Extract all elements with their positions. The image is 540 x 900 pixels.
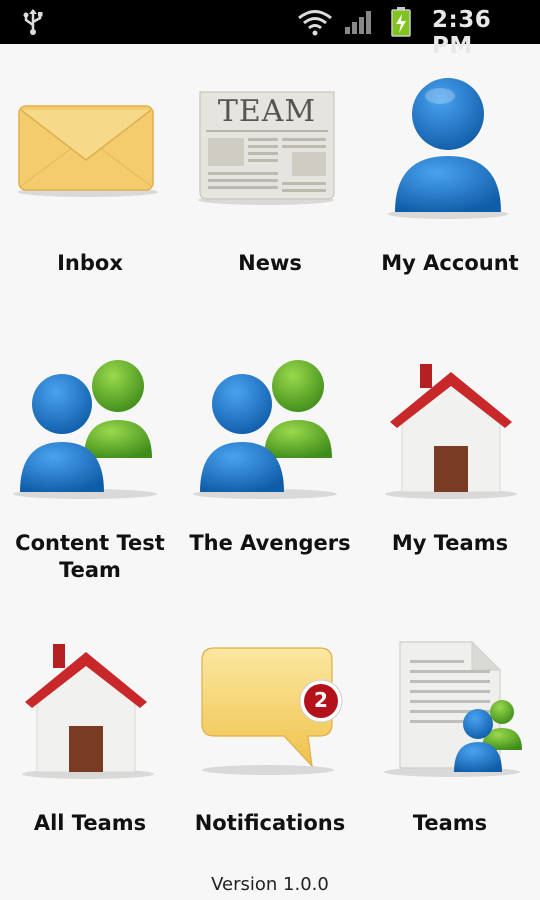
menu-item-label: Inbox [57, 251, 123, 275]
menu-item-label: News [238, 251, 302, 275]
newspaper-headline: TEAM [217, 94, 317, 129]
users-icon [0, 324, 180, 524]
menu-item-the-avengers[interactable]: The Avengers [180, 324, 360, 604]
notification-count-badge: 2 [298, 678, 344, 724]
menu-item-teams[interactable]: Teams [360, 604, 540, 884]
menu-item-label: All Teams [33, 811, 147, 835]
envelope-icon [0, 44, 180, 244]
version-label: Version 1.0.0 [211, 874, 329, 895]
menu-item-news[interactable]: TEAM News [180, 44, 360, 324]
newspaper-icon: TEAM [180, 44, 360, 244]
menu-item-my-teams[interactable]: My Teams [360, 324, 540, 604]
house-icon [360, 324, 540, 524]
main-menu-grid: Inbox TEAM News My Account Content Test … [0, 44, 540, 864]
notification-count: 2 [314, 688, 328, 712]
person-icon [360, 44, 540, 244]
signal-icon [344, 8, 376, 40]
menu-item-inbox[interactable]: Inbox [0, 44, 180, 324]
menu-item-content-test-team[interactable]: Content Test Team [0, 324, 180, 604]
document-users-icon [360, 604, 540, 804]
house-icon [0, 604, 180, 804]
menu-item-label: Notifications [194, 811, 346, 835]
wifi-icon [297, 8, 333, 40]
users-icon [180, 324, 360, 524]
menu-item-label: Content Test Team [15, 531, 165, 582]
menu-item-label: My Account [381, 251, 519, 275]
menu-item-my-account[interactable]: My Account [360, 44, 540, 324]
menu-item-notifications[interactable]: 2 Notifications [180, 604, 360, 884]
menu-item-label: The Avengers [189, 531, 351, 555]
status-bar: 2:36 PM [0, 0, 540, 59]
menu-item-label: My Teams [391, 531, 509, 555]
usb-icon [20, 8, 46, 40]
menu-item-all-teams[interactable]: All Teams [0, 604, 180, 884]
battery-charging-icon [390, 6, 412, 42]
menu-item-label: Teams [412, 811, 488, 835]
